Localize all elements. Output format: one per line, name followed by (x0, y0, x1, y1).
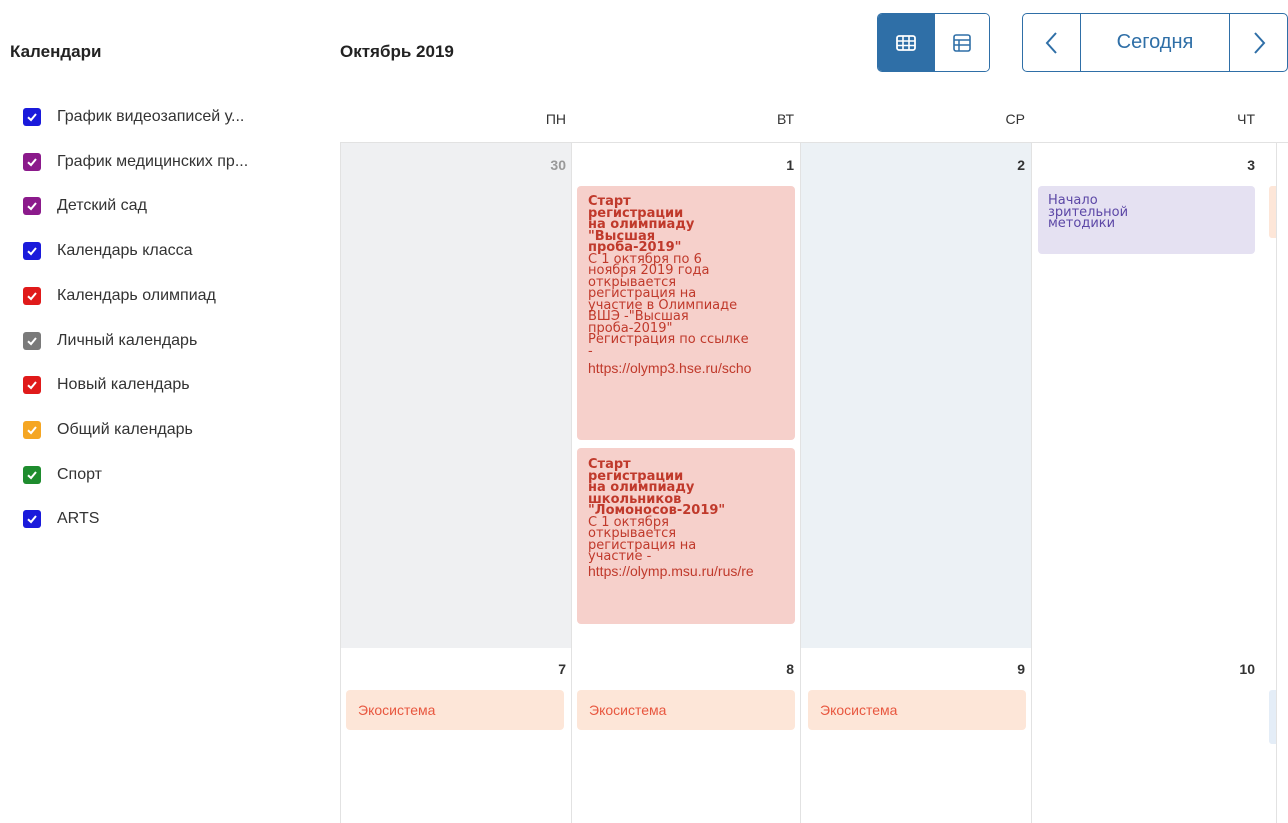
checkmark-icon (27, 158, 37, 167)
event-text-line: участие - (588, 549, 652, 564)
month-view-button[interactable] (878, 14, 934, 71)
sidebar-title: Календари (10, 42, 102, 61)
calendar-checkbox[interactable] (23, 376, 41, 395)
calendar-checkbox[interactable] (23, 197, 41, 216)
event-text-line: Регистрация по ссылке (588, 332, 749, 347)
weekday-mon: ПН (545, 111, 566, 127)
weekday-thu: ЧТ (1237, 111, 1255, 127)
list-icon (952, 33, 971, 52)
calendar-label: График видеозаписей у... (57, 108, 245, 125)
checkmark-icon (27, 336, 37, 345)
checkmark-icon (27, 381, 37, 390)
event-link[interactable]: https://olymp.msu.ru/rus/re (588, 563, 795, 579)
checkmark-icon (27, 202, 37, 211)
calendar-label: Новый календарь (57, 376, 190, 394)
checkmark-icon (27, 113, 37, 122)
calendar-checkbox[interactable] (23, 510, 41, 529)
event-text-line: - (588, 343, 593, 359)
grid-line (1276, 142, 1277, 823)
day-number: 9 (1017, 661, 1025, 677)
grid-line (340, 142, 341, 823)
event-link[interactable]: https://olymp3.hse.ru/scho (588, 360, 795, 376)
event-title: Старт регистрации на олимпиаду "Высшая проба… (588, 195, 795, 253)
calendar-item[interactable]: Новый календарь (23, 374, 190, 396)
event-hse-olympiad[interactable]: Старт регистрации на олимпиаду "Высшая проба… (577, 186, 795, 440)
view-toggle (877, 13, 990, 72)
prev-month-button[interactable] (1023, 14, 1081, 71)
calendar-checkbox[interactable] (23, 420, 41, 439)
grid-top-border (340, 142, 1288, 143)
event-description: С 1 октября по 6 ноября 2019 года открывае… (588, 253, 795, 359)
event-vision-method[interactable]: Начало зрительной методики (1038, 186, 1255, 254)
day-cell-oct-2[interactable] (801, 143, 1031, 648)
calendar-checkbox[interactable] (23, 242, 41, 261)
checkmark-icon (27, 470, 37, 480)
event-title: Экосистема (358, 702, 436, 718)
day-number: 3 (1247, 157, 1255, 173)
grid-icon (895, 34, 916, 51)
calendar-item[interactable]: Детский сад (23, 195, 147, 217)
event-title: Экосистема (820, 702, 898, 718)
grid-line (1031, 142, 1032, 823)
calendar-item[interactable]: Общий календарь (23, 419, 193, 441)
calendar-checkbox[interactable] (23, 108, 41, 126)
calendar-label: Общий календарь (57, 420, 193, 438)
day-number: 30 (550, 157, 566, 173)
calendar-checkbox[interactable] (23, 331, 41, 350)
calendar-label: Календарь класса (57, 242, 193, 260)
calendar-item[interactable]: График видеозаписей у... (23, 106, 244, 128)
weekday-wed: СР (1005, 111, 1025, 127)
checkmark-icon (27, 515, 37, 524)
calendar-checkbox[interactable] (23, 152, 41, 171)
chevron-left-icon (1045, 31, 1057, 54)
event-ecosystem[interactable]: Экосистема (808, 690, 1026, 730)
event-msu-olympiad[interactable]: Старт регистрации на олимпиаду школьников "Л… (577, 448, 795, 624)
calendar-checkbox[interactable] (23, 465, 41, 484)
day-number: 8 (786, 661, 794, 677)
checkmark-icon (27, 426, 37, 435)
event-description: С 1 октября открывается регистрация на учас… (588, 516, 795, 564)
event-text-line: методики (1048, 216, 1116, 231)
grid-line (800, 142, 801, 823)
calendar-item[interactable]: Календарь класса (23, 240, 193, 262)
weekday-tue: ВТ (777, 111, 794, 127)
calendar-label: График медицинских пр... (57, 152, 249, 170)
calendar-item[interactable]: ARTS (23, 508, 99, 530)
event-title: Начало зрительной методики (1048, 194, 1255, 231)
calendar-label: Спорт (57, 465, 102, 483)
chevron-right-icon (1253, 31, 1265, 54)
day-number: 1 (786, 157, 794, 173)
calendar-label: Календарь олимпиад (57, 286, 216, 304)
event-title: Экосистема (589, 702, 667, 718)
calendar-item[interactable]: График медицинских пр... (23, 151, 248, 173)
calendar-checkbox[interactable] (23, 286, 41, 305)
event-title: Старт регистрации на олимпиаду школьников "Л… (588, 458, 795, 516)
calendar-label: ARTS (57, 510, 100, 528)
today-button[interactable]: Сегодня (1081, 14, 1230, 71)
date-navigation: Сегодня (1022, 13, 1288, 72)
day-number: 10 (1239, 661, 1255, 677)
day-cell-oct-30[interactable] (341, 143, 571, 648)
calendar-label: Личный календарь (57, 331, 198, 349)
calendar-item[interactable]: Спорт (23, 464, 102, 486)
day-number: 7 (558, 661, 566, 677)
checkmark-icon (27, 247, 37, 256)
calendar-label: Детский сад (57, 197, 147, 215)
calendar-item[interactable]: Личный календарь (23, 330, 197, 352)
event-partial[interactable] (1269, 690, 1276, 744)
day-number: 2 (1017, 157, 1025, 173)
next-month-button[interactable] (1230, 14, 1287, 71)
checkmark-icon (27, 292, 37, 301)
grid-line (571, 142, 572, 823)
event-ecosystem[interactable]: Экосистема (577, 690, 795, 730)
event-partial[interactable] (1269, 186, 1276, 238)
list-view-button[interactable] (933, 14, 989, 71)
month-title: Октябрь 2019 (340, 42, 454, 61)
event-ecosystem[interactable]: Экосистема (346, 690, 564, 730)
calendar-item[interactable]: Календарь олимпиад (23, 285, 216, 307)
